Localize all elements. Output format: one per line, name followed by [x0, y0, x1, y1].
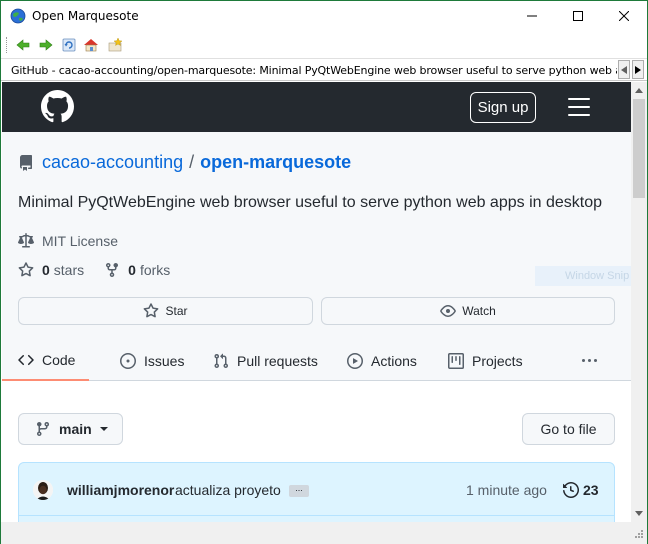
back-arrow-icon[interactable] — [15, 37, 31, 53]
avatar-image — [33, 480, 53, 500]
address-text[interactable]: GitHub - cacao-accounting/open-marquesot… — [11, 64, 617, 77]
tab-code[interactable]: Code — [2, 341, 89, 381]
commit-message-link[interactable]: actualiza proyeto — [175, 482, 281, 498]
chevron-down-icon — [635, 511, 643, 516]
sign-up-button[interactable]: Sign up — [470, 92, 536, 123]
star-button-label: Star — [165, 304, 188, 318]
chevron-left-icon — [621, 65, 627, 74]
tab-issues-label: Issues — [144, 353, 185, 369]
more-tabs-icon[interactable] — [582, 359, 600, 362]
repo-header: cacao-accounting / open-marquesote Minim… — [2, 132, 631, 381]
browser-window: Open Marquesote GitHub - cacao-accountin… — [0, 0, 648, 544]
reload-icon[interactable] — [61, 37, 77, 53]
commit-author-link[interactable]: williamjmorenor — [67, 482, 174, 498]
vertical-scrollbar[interactable] — [631, 82, 647, 522]
address-scroll-right-button[interactable] — [632, 60, 644, 79]
chevron-up-icon — [635, 88, 643, 93]
fork-icon — [106, 263, 119, 278]
forks-label: forks — [139, 262, 171, 278]
law-icon — [18, 233, 34, 248]
window-title: Open Marquesote — [32, 9, 139, 23]
branch-name: main — [59, 421, 92, 437]
tab-actions-label: Actions — [371, 353, 417, 369]
tab-issues[interactable]: Issues — [120, 341, 184, 381]
tab-projects[interactable]: Projects — [448, 341, 523, 381]
avatar[interactable] — [33, 480, 53, 500]
stars-label: stars — [53, 262, 85, 278]
github-header: Sign up — [2, 82, 631, 132]
globe-icon — [10, 8, 26, 24]
history-icon — [563, 482, 579, 498]
scrollbar-thumb[interactable] — [633, 99, 645, 198]
close-icon — [619, 11, 629, 21]
license-label: MIT License — [42, 233, 118, 249]
bookmark-icon[interactable] — [107, 37, 123, 53]
forks-link[interactable]: 0 forks — [104, 262, 170, 278]
forks-count: 0 — [128, 262, 136, 278]
repo-title: cacao-accounting / open-marquesote — [18, 152, 351, 173]
play-icon — [347, 353, 363, 369]
repo-stats: 0 stars 0 forks — [18, 262, 190, 278]
branch-selector-button[interactable]: main — [18, 413, 123, 445]
watch-button-label: Watch — [462, 304, 496, 318]
scroll-up-button[interactable] — [631, 82, 647, 99]
scroll-down-button[interactable] — [631, 505, 647, 522]
star-icon — [144, 303, 159, 318]
tab-pull-requests[interactable]: Pull requests — [213, 341, 318, 381]
web-viewport: Sign up cacao-accounting / open-marqueso… — [2, 82, 631, 522]
toolbar-grip[interactable] — [6, 37, 8, 53]
menu-icon[interactable] — [568, 98, 590, 116]
browser-toolbar — [1, 31, 647, 59]
star-icon — [18, 262, 34, 277]
minimize-icon — [527, 15, 537, 17]
tab-pull-requests-label: Pull requests — [237, 353, 318, 369]
commit-expand-button[interactable]: ... — [289, 484, 309, 497]
close-button[interactable] — [601, 1, 647, 31]
code-panel: main Go to file williamjmorenor actualiz… — [2, 381, 631, 522]
repo-tabs: Code Issues Pull requests Actions Projec… — [2, 341, 631, 381]
star-button[interactable]: Star — [18, 297, 313, 325]
stars-count: 0 — [42, 262, 50, 278]
address-bar[interactable]: GitHub - cacao-accounting/open-marquesot… — [1, 59, 647, 81]
commit-count: 23 — [583, 482, 599, 498]
eye-icon — [440, 305, 457, 317]
address-scroll-left-button[interactable] — [618, 60, 630, 79]
minimize-button[interactable] — [509, 1, 555, 31]
forward-arrow-icon[interactable] — [38, 37, 54, 53]
repo-icon — [19, 154, 32, 171]
commit-time[interactable]: 1 minute ago — [466, 482, 547, 498]
pull-request-icon — [214, 353, 229, 369]
branch-icon — [36, 422, 49, 437]
maximize-icon — [573, 11, 583, 21]
chevron-right-icon — [635, 65, 641, 74]
commit-history-link[interactable]: 23 — [563, 482, 599, 498]
home-icon[interactable] — [83, 37, 99, 53]
tab-projects-label: Projects — [472, 353, 523, 369]
status-bar — [1, 522, 647, 544]
repo-action-buttons: Star Watch — [18, 297, 615, 327]
chevron-down-icon — [99, 427, 108, 431]
repo-description: Minimal PyQtWebEngine web browser useful… — [18, 194, 603, 211]
latest-commit-row: williamjmorenor actualiza proyeto ... 1 … — [19, 463, 614, 516]
tab-code-label: Code — [42, 352, 76, 368]
latest-commit-box: williamjmorenor actualiza proyeto ... 1 … — [18, 462, 615, 522]
tab-actions[interactable]: Actions — [347, 341, 417, 381]
watch-button[interactable]: Watch — [321, 297, 615, 325]
issue-icon — [120, 353, 136, 369]
github-logo-icon[interactable] — [41, 90, 74, 123]
repo-owner-link[interactable]: cacao-accounting — [42, 152, 183, 173]
repo-separator: / — [189, 152, 195, 172]
project-icon — [448, 353, 464, 369]
title-bar[interactable]: Open Marquesote — [1, 1, 647, 31]
repo-name-link[interactable]: open-marquesote — [200, 152, 351, 173]
maximize-button[interactable] — [555, 1, 601, 31]
repo-license[interactable]: MIT License — [18, 233, 118, 249]
code-icon — [18, 354, 34, 366]
go-to-file-button[interactable]: Go to file — [522, 413, 615, 445]
resize-grip-icon[interactable] — [632, 529, 644, 541]
stars-link[interactable]: 0 stars — [18, 262, 84, 278]
window-snip-watermark: Window Snip — [535, 266, 645, 286]
